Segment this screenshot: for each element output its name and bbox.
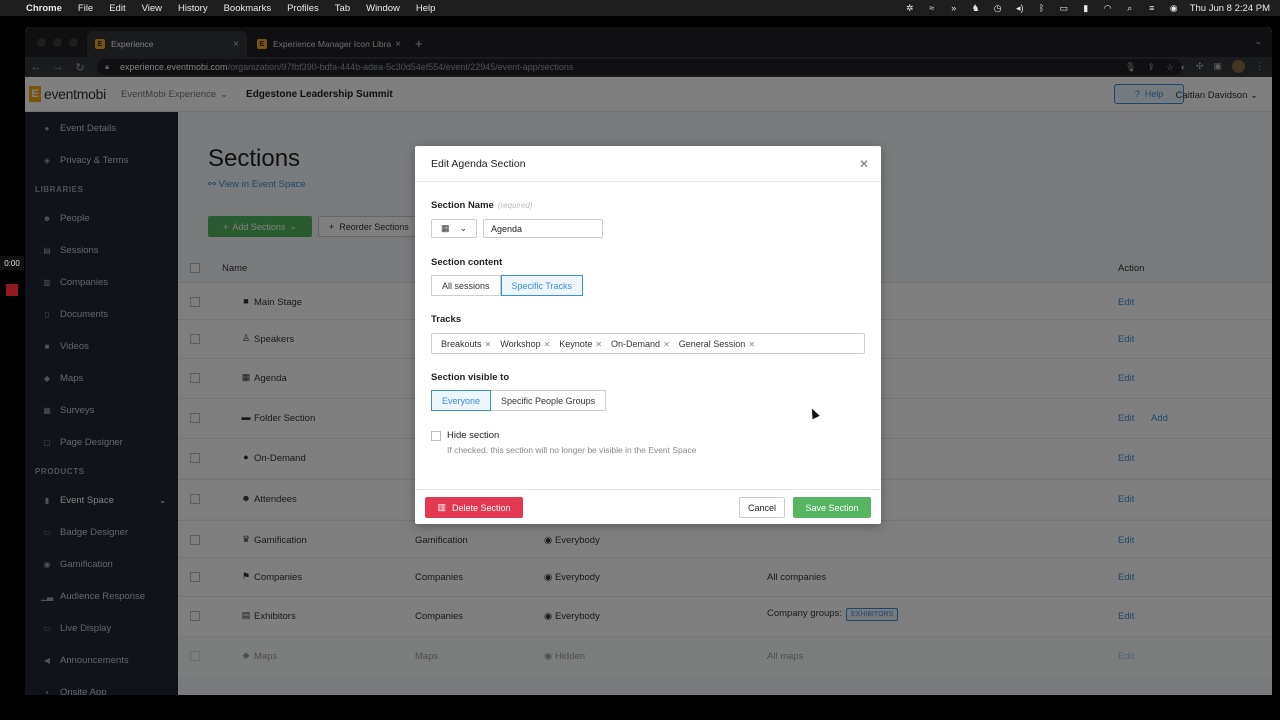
close-icon[interactable]: ✕	[859, 157, 869, 171]
menu-file[interactable]: File	[78, 3, 93, 14]
chip-label: Workshop	[500, 338, 541, 349]
tracks-label: Tracks	[431, 314, 462, 325]
edit-agenda-section-modal: Edit Agenda Section ✕ Section Name (requi…	[415, 146, 881, 524]
remove-chip-icon[interactable]: ✕	[595, 340, 602, 349]
modal-footer: ▥ Delete Section Cancel Save Section	[415, 489, 881, 524]
section-name-label-text: Section Name	[431, 200, 494, 211]
delete-section-button[interactable]: ▥ Delete Section	[425, 497, 523, 518]
hide-section-checkbox[interactable]	[431, 431, 441, 441]
screen: Chrome File Edit View History Bookmarks …	[0, 0, 1280, 720]
menu-profiles[interactable]: Profiles	[287, 3, 319, 14]
siri-icon[interactable]: ◉	[1168, 3, 1180, 13]
remove-chip-icon[interactable]: ✕	[748, 340, 755, 349]
menu-view[interactable]: View	[142, 3, 162, 14]
section-icon-picker[interactable]: ▦ ⌄	[431, 219, 477, 238]
record-indicator	[6, 284, 18, 296]
volume-icon[interactable]: ◂)	[1014, 3, 1026, 13]
tracks-multiselect[interactable]: Breakouts ✕ Workshop ✕ Keynote ✕ On-Demand ✕…	[431, 333, 865, 354]
remove-chip-icon[interactable]: ✕	[544, 340, 551, 349]
menu-edit[interactable]: Edit	[109, 3, 125, 14]
menu-history[interactable]: History	[178, 3, 208, 14]
section-content-label: Section content	[431, 257, 503, 268]
track-chip-keynote: Keynote ✕	[559, 339, 602, 349]
trash-icon: ▥	[437, 502, 446, 512]
track-chip-on-demand: On-Demand ✕	[611, 339, 670, 349]
menu-help[interactable]: Help	[416, 3, 436, 14]
section-visibility-toggle: Everyone Specific People Groups	[431, 390, 607, 411]
gear-icon[interactable]: ✲	[904, 3, 916, 13]
wifi-icon[interactable]: ◠	[1102, 3, 1114, 13]
modal-title: Edit Agenda Section	[415, 146, 881, 182]
section-visible-label: Section visible to	[431, 372, 510, 383]
chip-label: Keynote	[559, 338, 593, 349]
forward-icon[interactable]: »	[948, 3, 960, 13]
hide-section-hint: If checked, this section will no longer …	[447, 445, 697, 455]
section-name-label: Section Name (required)	[431, 200, 533, 211]
section-content-toggle: All sessions Specific Tracks	[431, 275, 584, 296]
chevron-down-icon: ⌄	[459, 223, 468, 233]
menu-bookmarks[interactable]: Bookmarks	[224, 3, 272, 14]
cancel-button[interactable]: Cancel	[739, 497, 785, 518]
track-chip-workshop: Workshop ✕	[500, 339, 550, 349]
save-section-button[interactable]: Save Section	[793, 497, 871, 518]
clock-icon[interactable]: ◷	[992, 3, 1004, 13]
mac-menubar: Chrome File Edit View History Bookmarks …	[0, 0, 1280, 16]
hide-section-label[interactable]: Hide section	[447, 430, 499, 441]
menu-app[interactable]: Chrome	[26, 3, 62, 14]
chip-label: Breakouts	[441, 338, 482, 349]
status-area: ✲ ≈ » ♞ ◷ ◂) ᛒ ▭ ▮ ◠ ⌕ ≡ ◉ Thu Jun 8 2:2…	[904, 0, 1270, 16]
bluetooth-icon[interactable]: ᛒ	[1036, 3, 1048, 13]
track-chip-breakouts: Breakouts ✕	[441, 339, 491, 349]
specific-tracks-option[interactable]: Specific Tracks	[500, 275, 584, 296]
menubar-datetime[interactable]: Thu Jun 8 2:24 PM	[1190, 3, 1270, 14]
all-sessions-option[interactable]: All sessions	[431, 275, 501, 296]
control-center-icon[interactable]: ≡	[1146, 3, 1158, 13]
kangaroo-icon[interactable]: ≈	[926, 3, 938, 13]
browser-window: E Experience × E Experience Manager Icon…	[25, 27, 1272, 695]
chip-label: General Session	[678, 338, 746, 349]
bot-icon[interactable]: ♞	[970, 3, 982, 13]
keyboard-icon[interactable]: ▭	[1058, 3, 1070, 13]
everyone-option[interactable]: Everyone	[431, 390, 492, 411]
remove-chip-icon[interactable]: ✕	[663, 340, 670, 349]
remove-chip-icon[interactable]: ✕	[485, 340, 492, 349]
specific-people-groups-option[interactable]: Specific People Groups	[491, 390, 607, 411]
chip-label: On-Demand	[611, 338, 661, 349]
track-chip-general-session: General Session ✕	[679, 339, 755, 349]
required-hint: (required)	[497, 201, 533, 210]
video-timer: 0:00	[0, 256, 24, 270]
battery-icon[interactable]: ▮	[1080, 3, 1092, 13]
delete-label: Delete Section	[451, 502, 511, 513]
menu-window[interactable]: Window	[366, 3, 400, 14]
menu-tab[interactable]: Tab	[335, 3, 350, 14]
search-icon[interactable]: ⌕	[1124, 3, 1136, 13]
section-name-input[interactable]	[483, 219, 603, 238]
calendar-icon: ▦	[440, 223, 450, 233]
